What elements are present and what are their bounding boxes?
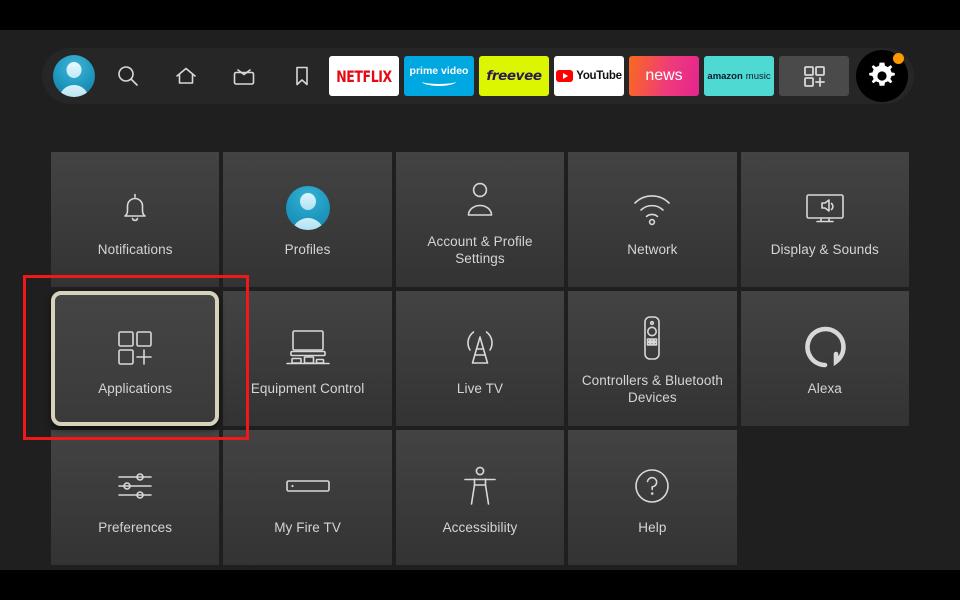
antenna-icon: [457, 319, 503, 375]
settings-tile-label: Controllers & Bluetooth Devices: [581, 372, 723, 405]
settings-tile-label: Alexa: [807, 381, 842, 397]
news-wordmark: news: [645, 67, 683, 84]
amazon-music-wordmark-music: music: [745, 70, 771, 82]
settings-tile-network[interactable]: Network: [568, 152, 737, 287]
top-navigation-bar: NETFLIX prime video freevee YouTube news: [42, 48, 914, 104]
amazon-music-wordmark-amazon: amazon: [707, 70, 743, 82]
prime-video-wordmark: prime video: [409, 64, 469, 77]
sliders-icon: [111, 458, 159, 514]
accessibility-icon: [458, 458, 502, 514]
app-shortcut-prime-video[interactable]: prime video: [404, 56, 474, 96]
settings-gear-button[interactable]: [856, 50, 908, 102]
settings-tile-profiles[interactable]: Profiles: [223, 152, 392, 287]
profile-avatar: [52, 55, 95, 97]
settings-tile-preferences[interactable]: Preferences: [51, 430, 220, 565]
settings-tile-label: Accessibility: [442, 520, 518, 536]
settings-tile-notifications[interactable]: Notifications: [51, 152, 220, 287]
settings-tile-my-fire-tv[interactable]: My Fire TV: [223, 430, 392, 565]
fire-tv-settings-screen: NETFLIX prime video freevee YouTube news: [0, 0, 960, 600]
avatar-body: [291, 218, 324, 231]
settings-tile-label: Display & Sounds: [770, 242, 879, 258]
settings-tile-accessibility[interactable]: Accessibility: [395, 430, 565, 565]
remote-control-icon: [635, 311, 669, 367]
youtube-play-icon: [556, 70, 574, 82]
add-apps-button[interactable]: [779, 56, 849, 96]
question-mark-icon: [629, 458, 675, 514]
app-shortcut-news[interactable]: news: [629, 56, 699, 96]
settings-tile-label: Notifications: [97, 242, 173, 258]
app-shortcut-netflix[interactable]: NETFLIX: [329, 56, 399, 96]
netflix-wordmark: NETFLIX: [336, 66, 392, 86]
settings-tile-label: Equipment Control: [250, 381, 365, 397]
settings-tile-label: My Fire TV: [274, 520, 341, 536]
youtube-wordmark: YouTube: [576, 70, 622, 82]
settings-tile-grid: Notifications Profiles Account & Profile…: [51, 152, 909, 565]
wifi-icon: [628, 180, 676, 236]
app-shortcut-youtube[interactable]: YouTube: [554, 56, 624, 96]
gear-icon: [869, 62, 895, 86]
settings-tile-applications[interactable]: Applications: [51, 291, 220, 426]
app-shortcut-freevee[interactable]: freevee: [479, 56, 549, 96]
settings-tile-live-tv[interactable]: Live TV: [395, 291, 565, 426]
screen-stage: NETFLIX prime video freevee YouTube news: [0, 30, 960, 570]
settings-tile-controllers-bluetooth[interactable]: Controllers & Bluetooth Devices: [568, 291, 737, 426]
settings-tile-label: Network: [627, 242, 678, 258]
settings-tile-label: Applications: [98, 381, 173, 397]
bookmark-icon[interactable]: [278, 52, 326, 100]
settings-tile-label: Help: [638, 520, 667, 536]
nav-left-icons: [42, 52, 326, 100]
prime-swoosh-icon: [422, 77, 456, 87]
settings-tile-equipment-control[interactable]: Equipment Control: [223, 291, 392, 426]
avatar-head: [66, 62, 81, 78]
avatar-body: [58, 85, 89, 97]
profile-avatar-icon: [285, 186, 330, 231]
avatar-head: [299, 193, 316, 211]
apps-grid-plus-icon: [112, 319, 158, 375]
firestick-icon: [281, 458, 335, 514]
settings-tile-display-sounds[interactable]: Display & Sounds: [740, 152, 909, 287]
alexa-ring-icon: [802, 319, 848, 375]
settings-tile-empty-slot: [741, 430, 909, 565]
tv-speaker-icon: [800, 180, 850, 236]
settings-tile-label: Profiles: [284, 242, 331, 258]
home-icon[interactable]: [162, 52, 210, 100]
app-shortcuts-strip: NETFLIX prime video freevee YouTube news: [329, 50, 914, 102]
search-icon[interactable]: [104, 52, 152, 100]
settings-tile-label: Live TV: [456, 381, 504, 397]
settings-tile-account-profile-settings[interactable]: Account & Profile Settings: [395, 152, 565, 287]
bell-icon: [113, 180, 157, 236]
settings-tile-label: Preferences: [98, 520, 173, 536]
settings-tile-alexa[interactable]: Alexa: [740, 291, 909, 426]
tv-equipment-icon: [282, 319, 334, 375]
freevee-wordmark: freevee: [486, 68, 542, 84]
settings-tile-label: Account & Profile Settings: [427, 233, 533, 266]
live-tv-icon[interactable]: [220, 52, 268, 100]
profile-avatar-button[interactable]: [48, 52, 96, 100]
settings-notification-badge: [893, 53, 904, 64]
app-shortcut-amazon-music[interactable]: amazon music: [704, 56, 774, 96]
settings-tile-help[interactable]: Help: [568, 430, 737, 565]
person-outline-icon: [458, 172, 502, 228]
